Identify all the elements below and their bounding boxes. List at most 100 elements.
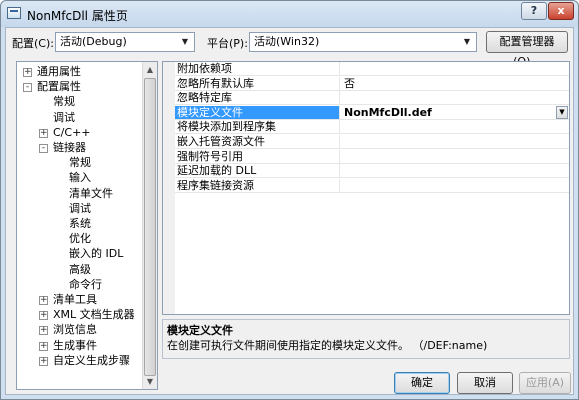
- expand-icon[interactable]: +: [39, 296, 48, 305]
- platform-select[interactable]: 活动(Win32) ▼: [249, 32, 477, 52]
- dialog-client-area: 配置(C): 活动(Debug) ▼ 平台(P): 活动(Win32) ▼ 配置…: [5, 27, 574, 395]
- property-value[interactable]: NonMfcDll.def: [341, 106, 569, 119]
- tree-item-label: 自定义生成步骤: [53, 353, 130, 367]
- property-row[interactable]: 延迟加载的 DLL: [175, 164, 569, 179]
- cancel-button[interactable]: 取消: [457, 372, 513, 394]
- scroll-thumb[interactable]: [144, 78, 156, 376]
- app-window-icon: [7, 7, 21, 19]
- expand-icon[interactable]: +: [39, 356, 48, 366]
- collapse-icon[interactable]: -: [39, 144, 48, 153]
- value-dropdown-icon[interactable]: ▼: [556, 105, 568, 119]
- property-name: 模块定义文件: [175, 105, 340, 119]
- tree-item[interactable]: 常规: [17, 156, 142, 170]
- property-name: 忽略所有默认库: [175, 76, 340, 90]
- tree-item-label: 清单文件: [69, 186, 113, 200]
- tree-item-label: 优化: [69, 232, 91, 246]
- description-text: 在创建可执行文件期间使用指定的模块定义文件。 （/DEF:name): [167, 339, 488, 352]
- tree-item[interactable]: + 浏览信息: [17, 323, 142, 337]
- property-name: 将模块添加到程序集: [175, 120, 340, 134]
- description-panel: 模块定义文件 在创建可执行文件期间使用指定的模块定义文件。 （/DEF:name…: [162, 319, 570, 359]
- tree-item-label: 调试: [53, 110, 75, 124]
- property-grid[interactable]: 附加依赖项 忽略所有默认库否忽略特定库 模块定义文件 NonMfcDll.def ▼ 将模…: [162, 61, 570, 315]
- property-value: [341, 62, 569, 75]
- settings-tree[interactable]: + 通用属性 - 配置属性 常规 调试 + C/C++ - 链接器 常规 输入 清单文件 调试 系统 优化 嵌入…: [16, 61, 158, 390]
- property-name: 忽略特定库: [175, 91, 340, 105]
- tree-item[interactable]: 清单文件: [17, 187, 142, 201]
- property-row[interactable]: 忽略所有默认库否: [175, 76, 569, 91]
- property-name: 强制符号引用: [175, 149, 340, 163]
- grid-left-margin: [163, 62, 175, 314]
- property-value: [341, 135, 569, 148]
- property-row[interactable]: 模块定义文件 NonMfcDll.def ▼: [175, 105, 569, 120]
- tree-item[interactable]: + XML 文档生成器: [17, 308, 142, 322]
- tree-item[interactable]: + 清单工具: [17, 293, 142, 307]
- tree-item[interactable]: 系统: [17, 217, 142, 231]
- tree-item-label: XML 文档生成器: [53, 308, 135, 322]
- tree-item[interactable]: 调试: [17, 111, 142, 125]
- property-row[interactable]: 程序集链接资源: [175, 178, 569, 193]
- property-value: [341, 150, 569, 163]
- tree-item-label: 清单工具: [53, 293, 97, 306]
- expand-icon[interactable]: +: [39, 341, 48, 351]
- close-button[interactable]: x: [548, 2, 574, 20]
- tree-item-label: 高级: [69, 262, 91, 276]
- tree-item[interactable]: - 链接器: [17, 141, 142, 155]
- tree-item[interactable]: 常规: [17, 95, 142, 109]
- config-manager-button[interactable]: 配置管理器(O)...: [486, 31, 568, 68]
- tree-item-label: 通用属性: [37, 65, 81, 78]
- tree-item-label: C/C++: [53, 125, 91, 139]
- config-select[interactable]: 活动(Debug) ▼: [55, 32, 195, 52]
- expand-icon[interactable]: +: [39, 311, 48, 321]
- tree-item[interactable]: + C/C++: [17, 126, 142, 140]
- tree-item[interactable]: 命令行: [17, 278, 142, 292]
- tree-item[interactable]: 优化: [17, 232, 142, 246]
- property-value: [341, 120, 569, 133]
- tree-item[interactable]: 输入: [17, 171, 142, 185]
- scroll-up-icon[interactable]: ▲: [143, 62, 157, 77]
- properties-dialog: NonMfcDll 属性页 ? x 配置(C): 活动(Debug) ▼ 平台(…: [0, 0, 579, 400]
- property-name: 程序集链接资源: [175, 178, 340, 192]
- chevron-down-icon: ▼: [181, 37, 189, 46]
- property-row[interactable]: 忽略特定库: [175, 91, 569, 106]
- ok-button[interactable]: 确定: [394, 372, 450, 394]
- tree-item[interactable]: + 生成事件: [17, 339, 142, 353]
- property-value: [341, 91, 569, 104]
- tree-item-label: 常规: [69, 156, 91, 170]
- expand-icon[interactable]: +: [39, 326, 48, 336]
- tree-item[interactable]: + 通用属性: [17, 65, 142, 79]
- config-label: 配置(C):: [12, 37, 54, 50]
- help-button[interactable]: ?: [521, 2, 547, 20]
- tree-item-label: 常规: [53, 95, 75, 109]
- property-value: [341, 164, 569, 177]
- property-row[interactable]: 强制符号引用: [175, 149, 569, 164]
- expand-icon[interactable]: +: [39, 128, 48, 138]
- tree-item[interactable]: + 自定义生成步骤: [17, 354, 142, 368]
- tree-item[interactable]: 嵌入的 IDL: [17, 247, 142, 261]
- title-bar[interactable]: NonMfcDll 属性页 ? x: [1, 1, 578, 27]
- chevron-down-icon: ▼: [463, 37, 471, 46]
- property-name: 附加依赖项: [175, 62, 340, 75]
- tree-item-label: 生成事件: [53, 338, 97, 352]
- tree-item-label: 系统: [69, 217, 91, 230]
- property-name: 嵌入托管资源文件: [175, 135, 340, 148]
- platform-select-value: 活动(Win32): [254, 35, 320, 48]
- apply-button[interactable]: 应用(A): [519, 372, 571, 394]
- property-value: [341, 179, 569, 192]
- tree-scrollbar[interactable]: ▲ ▼: [142, 62, 157, 389]
- collapse-icon[interactable]: -: [23, 83, 32, 93]
- tree-item-label: 命令行: [69, 277, 102, 291]
- expand-icon[interactable]: +: [23, 68, 32, 77]
- property-row[interactable]: 嵌入托管资源文件: [175, 135, 569, 149]
- tree-item-label: 链接器: [53, 141, 86, 154]
- property-row[interactable]: 附加依赖项: [175, 62, 569, 76]
- platform-label: 平台(P):: [207, 37, 248, 50]
- tree-item[interactable]: - 配置属性: [17, 80, 142, 94]
- description-title: 模块定义文件: [167, 324, 233, 337]
- tree-item[interactable]: 高级: [17, 263, 142, 277]
- scroll-down-icon[interactable]: ▼: [143, 374, 157, 389]
- config-select-value: 活动(Debug): [60, 35, 127, 48]
- tree-item[interactable]: 调试: [17, 202, 142, 216]
- window-title: NonMfcDll 属性页: [27, 9, 128, 23]
- property-value: 否: [344, 76, 355, 90]
- property-row[interactable]: 将模块添加到程序集: [175, 120, 569, 135]
